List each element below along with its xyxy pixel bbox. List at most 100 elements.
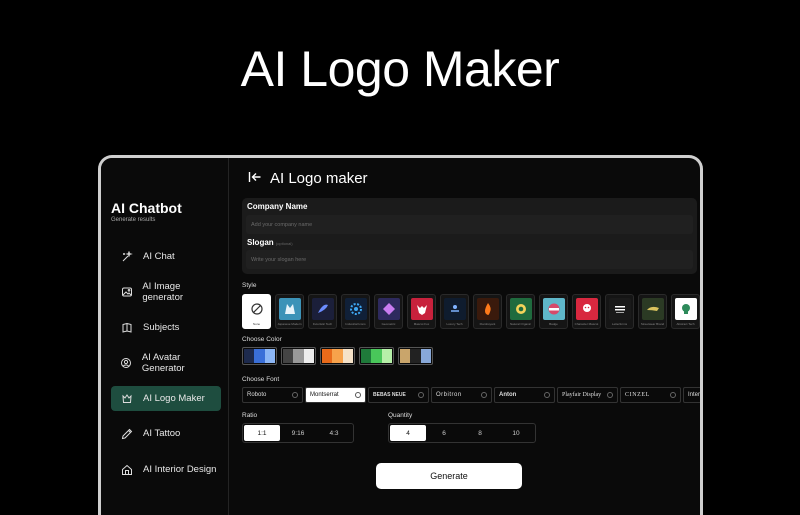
- style-caption: Character Mascot: [574, 322, 599, 326]
- image-icon: [117, 286, 136, 298]
- radio-icon: [418, 392, 424, 398]
- ratio-option[interactable]: 9:16: [280, 425, 316, 441]
- radio-icon: [292, 392, 298, 398]
- sidebar-item-label: AI Interior Design: [143, 464, 217, 475]
- radio-checked-icon: [355, 392, 361, 398]
- style-caption: Badge: [549, 322, 558, 326]
- style-option[interactable]: Geometric: [374, 294, 403, 329]
- style-caption: Industrial Icons: [345, 322, 366, 326]
- font-option[interactable]: Anton: [494, 387, 555, 403]
- style-option[interactable]: Letterforms: [605, 294, 634, 329]
- brand-subtitle: Generate results: [111, 217, 156, 223]
- font-label: Choose Font: [242, 376, 280, 383]
- style-caption: Natural Organic: [509, 322, 531, 326]
- radio-icon: [607, 392, 613, 398]
- flame-logo-icon: [476, 298, 499, 320]
- rocket-logo-icon: [311, 298, 334, 320]
- quantity-selector: 4 6 8 10: [388, 423, 536, 443]
- style-option-none[interactable]: None: [242, 294, 271, 329]
- avatar-icon: [117, 357, 136, 369]
- leaf-logo-icon: [509, 298, 532, 320]
- font-option[interactable]: Orbitron: [431, 387, 492, 403]
- style-option[interactable]: Mascot Fox: [407, 294, 436, 329]
- page-title: AI Logo maker: [270, 170, 368, 187]
- color-palette-option[interactable]: [320, 347, 355, 365]
- slogan-input[interactable]: Write your slogan here: [246, 250, 693, 269]
- back-arrow-icon[interactable]: [248, 170, 262, 187]
- slogan-label-text: Slogan: [247, 238, 274, 247]
- color-picker: [242, 347, 433, 365]
- quantity-option[interactable]: 6: [426, 425, 462, 441]
- style-option[interactable]: Abstract Tech: [671, 294, 700, 329]
- style-label: Style: [242, 282, 257, 289]
- style-caption: Flamboyant: [479, 322, 496, 326]
- mascot-logo-icon: [575, 298, 598, 320]
- sidebar-item-ai-avatar-generator[interactable]: AI Avatar Generator: [111, 350, 221, 375]
- font-option[interactable]: Playfair Display: [557, 387, 618, 403]
- style-caption: Streetwear Brand: [640, 322, 665, 326]
- color-palette-option[interactable]: [242, 347, 277, 365]
- letter-logo-icon: [608, 298, 631, 320]
- wolf-logo-icon: [278, 298, 301, 320]
- style-option[interactable]: Luxury Tech: [440, 294, 469, 329]
- style-option[interactable]: Flamboyant: [473, 294, 502, 329]
- ratio-label: Ratio: [242, 412, 258, 419]
- font-name: Inter: [688, 392, 701, 398]
- color-palette-option[interactable]: [398, 347, 433, 365]
- company-name-label: Company Name: [247, 202, 308, 211]
- font-name: Playfair Display: [562, 392, 602, 398]
- style-option[interactable]: Natural Organic: [506, 294, 535, 329]
- badge-logo-icon: [542, 298, 565, 320]
- font-name: CINZEL: [625, 392, 650, 398]
- style-option[interactable]: Japanese Modern: [275, 294, 304, 329]
- quantity-option[interactable]: 4: [390, 425, 426, 441]
- logo-icon: [117, 393, 137, 405]
- sidebar-item-ai-image-generator[interactable]: AI Image generator: [111, 279, 221, 304]
- style-caption: Mascot Fox: [413, 322, 430, 326]
- style-picker: None Japanese Modern Futuristic Tech Ind…: [242, 294, 700, 329]
- none-icon: [246, 298, 268, 320]
- font-option[interactable]: Roboto: [242, 387, 303, 403]
- sidebar-item-label: AI Image generator: [142, 280, 184, 303]
- font-option[interactable]: BEBAS NEUE: [368, 387, 429, 403]
- font-picker: Roboto Montserrat BEBAS NEUE Orbitron An…: [242, 387, 701, 403]
- pen-icon: [117, 428, 137, 440]
- color-label: Choose Color: [242, 336, 282, 343]
- brand-title: AI Chatbot: [111, 200, 182, 216]
- hero-title: AI Logo Maker: [240, 41, 560, 97]
- sidebar-item-ai-chat[interactable]: AI Chat: [111, 244, 221, 269]
- book-icon: [117, 322, 137, 334]
- font-name: Orbitron: [436, 392, 462, 398]
- font-option[interactable]: Montserrat: [305, 387, 366, 403]
- quantity-option[interactable]: 8: [462, 425, 498, 441]
- sidebar-item-ai-interior-design[interactable]: AI Interior Design: [111, 457, 221, 482]
- style-option[interactable]: Industrial Icons: [341, 294, 370, 329]
- generate-button[interactable]: Generate: [376, 463, 522, 489]
- sidebar-item-label: AI Tattoo: [143, 428, 181, 439]
- radio-icon: [670, 392, 676, 398]
- radio-icon: [544, 392, 550, 398]
- radio-icon: [481, 392, 487, 398]
- color-palette-option[interactable]: [359, 347, 394, 365]
- sidebar-item-ai-logo-maker[interactable]: AI Logo Maker: [111, 386, 221, 411]
- sidebar-item-subjects[interactable]: Subjects: [111, 315, 221, 340]
- company-name-input[interactable]: Add your company name: [246, 215, 693, 234]
- style-option[interactable]: Streetwear Brand: [638, 294, 667, 329]
- font-name: Anton: [499, 392, 517, 398]
- font-option[interactable]: Inter: [683, 387, 701, 403]
- luxury-logo-icon: [443, 298, 466, 320]
- style-option[interactable]: Character Mascot: [572, 294, 601, 329]
- ratio-option[interactable]: 4:3: [316, 425, 352, 441]
- style-caption: None: [252, 322, 261, 326]
- sidebar-item-ai-tattoo[interactable]: AI Tattoo: [111, 421, 221, 446]
- style-caption: Japanese Modern: [277, 322, 302, 326]
- style-option[interactable]: Futuristic Tech: [308, 294, 337, 329]
- style-caption: Futuristic Tech: [312, 322, 333, 326]
- ratio-option[interactable]: 1:1: [244, 425, 280, 441]
- style-option[interactable]: Badge: [539, 294, 568, 329]
- ratio-selector: 1:1 9:16 4:3: [242, 423, 354, 443]
- font-option[interactable]: CINZEL: [620, 387, 681, 403]
- style-caption: Geometric: [381, 322, 396, 326]
- color-palette-option[interactable]: [281, 347, 316, 365]
- quantity-option[interactable]: 10: [498, 425, 534, 441]
